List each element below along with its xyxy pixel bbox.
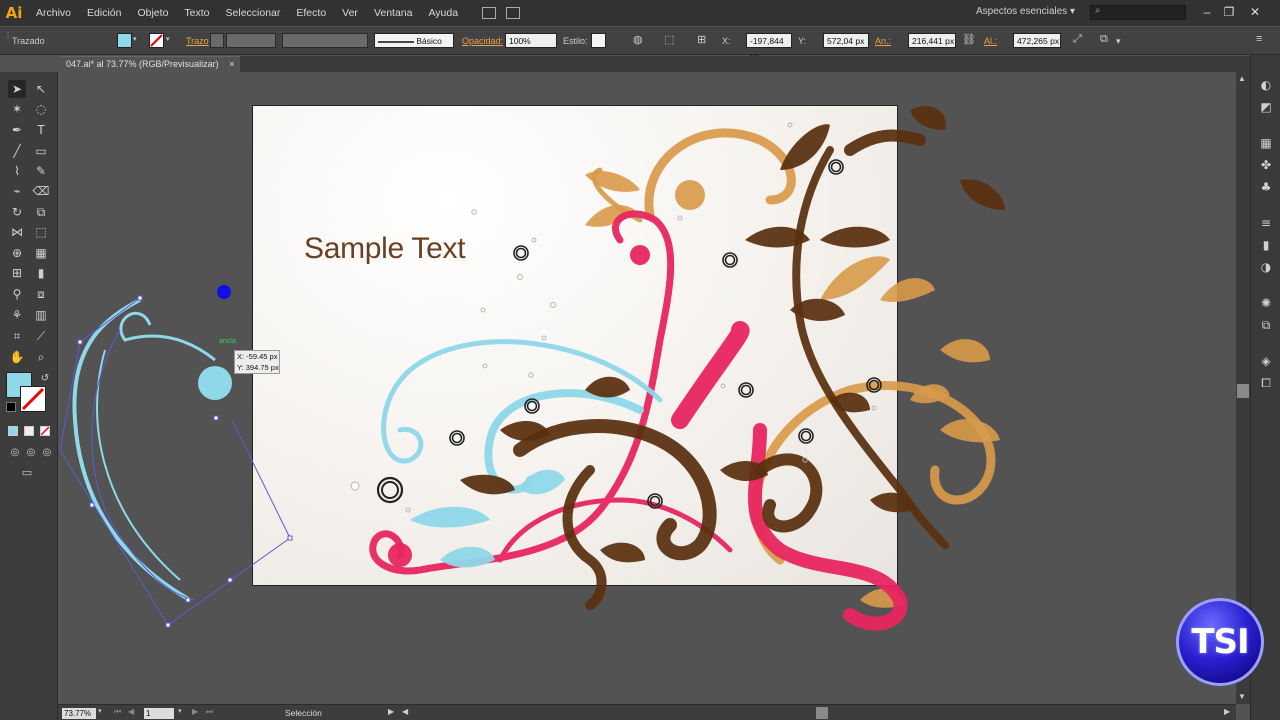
brown-leaf-2 [910, 106, 946, 130]
first-artboard-icon[interactable]: ⏮ [114, 707, 121, 717]
ring-inner [724, 254, 736, 266]
anchor-point-marker [217, 285, 231, 299]
panel-menu-icon[interactable]: ≡ [1256, 33, 1262, 45]
brown-right-swirl [754, 453, 823, 533]
cyan-leaf-3 [520, 469, 565, 495]
symbols-panel-icon[interactable]: ♣ [1258, 179, 1274, 195]
position-tooltip: X: -59.45 px Y: 394.75 px [234, 350, 280, 374]
selected-cyan-curl [119, 311, 216, 362]
tan-leaf-4 [880, 278, 935, 302]
ring-inner [515, 247, 527, 259]
brown-swirl-group [513, 129, 949, 610]
anchor-handles [77, 295, 293, 628]
ring-inner [800, 430, 812, 442]
tan-circle [675, 180, 705, 210]
prev-artboard-icon[interactable]: ◀ [128, 707, 134, 716]
brown-leaf-5 [820, 226, 890, 248]
ring-inner [740, 384, 752, 396]
cyan-swirl-group [381, 339, 663, 494]
gradient-panel-icon[interactable]: ▮ [1258, 237, 1274, 253]
stroke-panel-icon[interactable]: ≡ [1258, 215, 1274, 231]
artboards-panel-icon[interactable]: ⧠ [1258, 375, 1274, 391]
zoom-value: 73.77% [64, 709, 92, 718]
selected-cyan-inner [96, 349, 181, 581]
selection-path-outline [91, 329, 196, 601]
brown-leaf-3 [960, 179, 1005, 210]
artwork-canvas [59, 106, 1005, 631]
pink-thick-curve [671, 321, 750, 429]
color-panel-icon[interactable]: ◐ [1258, 77, 1274, 93]
tooltip-x: X: -59.45 px [237, 352, 278, 361]
brown-leaf-10 [500, 420, 550, 442]
tan-leaf-6 [940, 419, 1000, 443]
brown-top-branch [844, 129, 926, 156]
artboard-number: 1 [146, 709, 151, 718]
graphic-styles-panel-icon[interactable]: ⧉ [1258, 317, 1274, 333]
last-artboard-icon[interactable]: ⏭ [206, 707, 213, 717]
zoom-dropdown-icon[interactable]: ▾ [98, 707, 102, 715]
cyan-inner-swirl [484, 389, 644, 494]
ring-inner [526, 400, 538, 412]
cyan-leaf-1 [410, 506, 490, 528]
artboard-number-field[interactable]: 1 [144, 708, 174, 719]
brown-leaf-13 [600, 542, 645, 563]
next-artboard-icon[interactable]: ▶ [192, 707, 198, 716]
current-tool-label: Selección [285, 708, 322, 718]
scroll-up-icon[interactable]: ▲ [1238, 74, 1246, 83]
anchor-label: ancla [219, 338, 236, 345]
color-guide-icon[interactable]: ◩ [1258, 99, 1274, 115]
tan-right-swirl [751, 381, 996, 565]
pink-spiral-end [388, 543, 412, 567]
tan-leaf-3 [820, 256, 890, 300]
tsi-watermark-text: TSI [1191, 622, 1249, 662]
ring-large-inner [381, 481, 399, 499]
tooltip-y: Y: 394.75 px [237, 363, 279, 372]
brown-leaf-9 [460, 474, 515, 495]
status-menu-icon[interactable]: ▶ [388, 707, 394, 716]
status-bar: 73.77% ▾ ⏮ ◀ 1 ▾ ▶ ⏭ Selección ▶ ◀ ▶ [58, 704, 1236, 720]
ring-inner [830, 161, 842, 173]
tan-leaf-1 [585, 170, 640, 192]
scroll-left-icon[interactable]: ◀ [402, 707, 408, 716]
ring-inner [451, 432, 463, 444]
scroll-right-icon[interactable]: ▶ [1224, 707, 1230, 716]
sample-text[interactable]: Sample Text [304, 232, 466, 266]
selected-cyan-bulb [198, 366, 232, 400]
transparency-panel-icon[interactable]: ◑ [1258, 259, 1274, 275]
tan-top-swirl [644, 128, 796, 220]
horizontal-scroll-thumb[interactable] [816, 707, 828, 719]
swatches-panel-icon[interactable]: ▦ [1258, 135, 1274, 151]
scroll-down-icon[interactable]: ▼ [1238, 692, 1246, 701]
brown-lower-swirl [562, 465, 607, 610]
appearance-panel-icon[interactable]: ✺ [1258, 295, 1274, 311]
tsi-watermark-logo: TSI [1176, 598, 1264, 686]
pink-dot [630, 245, 650, 265]
zoom-field[interactable]: 73.77% [62, 708, 96, 719]
artboard-dropdown-icon[interactable]: ▾ [178, 707, 182, 715]
tan-leaf-5 [940, 339, 990, 363]
scroll-thumb[interactable] [1237, 384, 1249, 398]
close-icon[interactable]: ✕ [1244, 3, 1266, 21]
selected-path-group [59, 285, 293, 628]
brushes-panel-icon[interactable]: ✤ [1258, 157, 1274, 173]
layers-panel-icon[interactable]: ◈ [1258, 353, 1274, 369]
